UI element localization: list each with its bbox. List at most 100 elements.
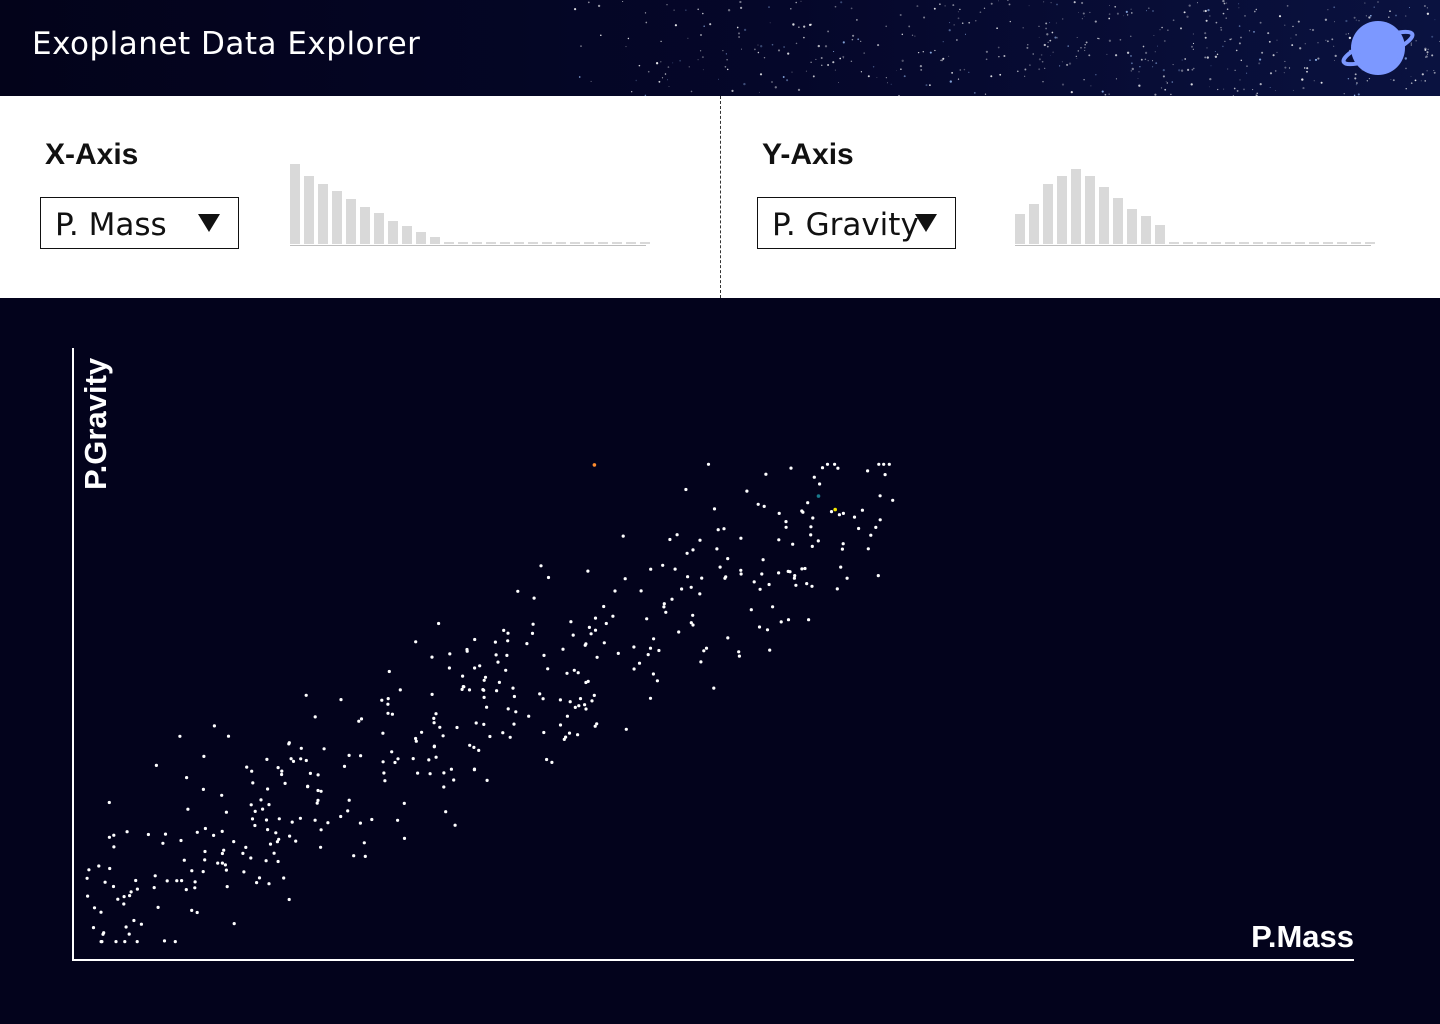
star bbox=[1183, 11, 1186, 14]
data-point bbox=[114, 940, 118, 944]
histogram-bar bbox=[332, 191, 342, 244]
data-point bbox=[437, 621, 441, 626]
star bbox=[1324, 18, 1328, 21]
star bbox=[1223, 2, 1226, 5]
star bbox=[795, 42, 798, 45]
star bbox=[1009, 20, 1011, 23]
data-point bbox=[530, 631, 535, 635]
star bbox=[1084, 43, 1086, 46]
star bbox=[1423, 4, 1426, 8]
y-axis-title: P.Gravity bbox=[78, 357, 113, 490]
star bbox=[998, 56, 1000, 58]
star bbox=[763, 56, 766, 59]
data-point bbox=[123, 940, 127, 944]
star bbox=[1333, 6, 1336, 9]
star bbox=[1244, 15, 1246, 17]
data-point bbox=[139, 922, 143, 926]
histogram-bar bbox=[290, 164, 300, 244]
star bbox=[627, 37, 630, 40]
data-point bbox=[220, 861, 224, 865]
data-point bbox=[282, 876, 286, 880]
data-point bbox=[531, 622, 535, 626]
data-point bbox=[806, 501, 810, 505]
data-point bbox=[602, 641, 606, 645]
star bbox=[738, 36, 741, 38]
data-point bbox=[583, 703, 587, 707]
data-point bbox=[739, 536, 743, 540]
data-point bbox=[572, 668, 576, 672]
data-point bbox=[261, 807, 265, 811]
star bbox=[1051, 31, 1054, 34]
data-point bbox=[876, 574, 880, 578]
star bbox=[1022, 27, 1024, 29]
data-point bbox=[387, 669, 391, 674]
data-point bbox=[203, 849, 207, 854]
data-point bbox=[288, 834, 292, 838]
star bbox=[1081, 18, 1083, 20]
star bbox=[1108, 17, 1111, 20]
data-point bbox=[86, 894, 90, 898]
data-point bbox=[833, 507, 837, 512]
data-point bbox=[786, 569, 790, 573]
histogram-bar bbox=[1085, 176, 1095, 244]
data-point bbox=[837, 513, 842, 517]
data-point bbox=[712, 507, 717, 511]
data-point bbox=[506, 707, 510, 711]
star bbox=[944, 5, 946, 7]
data-point bbox=[266, 828, 270, 832]
x-axis-select[interactable]: P. Mass bbox=[40, 197, 239, 249]
data-point bbox=[319, 789, 323, 793]
data-point bbox=[274, 831, 278, 835]
star bbox=[1024, 68, 1027, 71]
star bbox=[908, 25, 911, 28]
star bbox=[901, 59, 904, 62]
star bbox=[1170, 93, 1172, 96]
star bbox=[700, 34, 702, 36]
histogram-bar bbox=[1253, 242, 1263, 244]
y-axis-select[interactable]: P. Gravity bbox=[757, 197, 956, 249]
star bbox=[1114, 5, 1117, 8]
star bbox=[957, 78, 960, 80]
star bbox=[1184, 58, 1187, 60]
histogram-bar bbox=[1337, 242, 1347, 244]
histogram-bar bbox=[1351, 242, 1361, 244]
data-point bbox=[648, 646, 653, 650]
data-point bbox=[259, 798, 263, 802]
star bbox=[1062, 18, 1064, 20]
data-point bbox=[807, 618, 811, 622]
star bbox=[1238, 42, 1241, 45]
data-point bbox=[525, 642, 529, 646]
data-point bbox=[461, 685, 465, 689]
histogram-bar bbox=[1155, 225, 1165, 244]
star bbox=[890, 83, 892, 85]
data-point bbox=[257, 876, 262, 880]
data-point bbox=[393, 760, 397, 765]
star bbox=[1258, 62, 1261, 65]
data-point bbox=[651, 672, 656, 676]
data-point bbox=[97, 864, 101, 868]
data-point bbox=[483, 675, 488, 679]
data-point bbox=[313, 818, 317, 822]
star bbox=[1268, 40, 1271, 43]
star bbox=[1333, 45, 1335, 47]
data-point bbox=[592, 693, 596, 697]
histogram-bar bbox=[1309, 242, 1319, 244]
data-point bbox=[496, 660, 500, 664]
star bbox=[673, 9, 675, 11]
data-point bbox=[250, 817, 255, 821]
data-point bbox=[506, 631, 510, 635]
star bbox=[810, 61, 812, 63]
star bbox=[1284, 60, 1286, 62]
star bbox=[821, 64, 823, 66]
star bbox=[1203, 10, 1205, 12]
star bbox=[1187, 68, 1190, 71]
data-point bbox=[745, 489, 749, 493]
data-point bbox=[677, 630, 681, 634]
data-point bbox=[381, 760, 385, 764]
star bbox=[1067, 45, 1069, 47]
data-point bbox=[132, 918, 136, 923]
data-point bbox=[792, 576, 797, 580]
star bbox=[1317, 57, 1320, 60]
star bbox=[840, 1, 843, 4]
histogram-bar bbox=[1183, 242, 1193, 244]
